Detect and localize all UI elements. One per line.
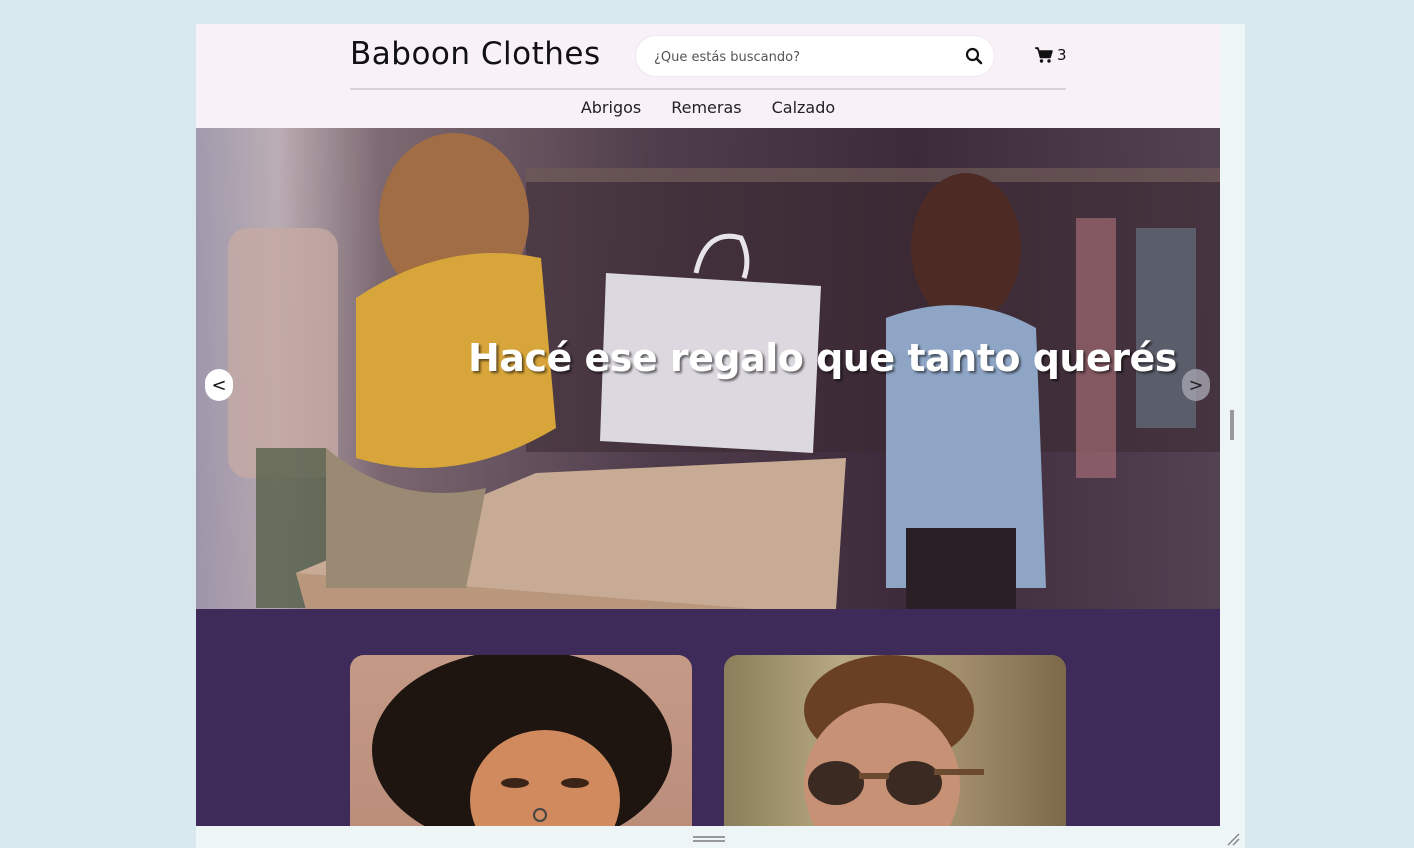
horizontal-resize-handle[interactable] (693, 836, 725, 842)
cart-button[interactable]: 3 (1034, 44, 1067, 66)
nav-item-abrigos[interactable]: Abrigos (581, 98, 641, 122)
carousel-next-button[interactable]: > (1182, 369, 1210, 401)
nav-item-remeras[interactable]: Remeras (671, 98, 741, 122)
cart-icon (1035, 47, 1053, 63)
hero-title: Hacé ese regalo que tanto querés (468, 336, 1177, 380)
hero-carousel: Hacé ese regalo que tanto querés < > (196, 128, 1220, 609)
nav-item-calzado[interactable]: Calzado (772, 98, 836, 122)
site-header: Baboon Clothes 3 (196, 24, 1220, 128)
brand-logo[interactable]: Baboon Clothes (350, 36, 601, 72)
product-grid (196, 609, 1220, 826)
vertical-resize-handle[interactable] (1230, 410, 1234, 440)
product-card[interactable] (350, 655, 692, 826)
category-nav: Abrigos Remeras Calzado (196, 98, 1220, 122)
product-card[interactable] (724, 655, 1066, 826)
resize-corner-icon[interactable] (1226, 832, 1240, 846)
header-divider (350, 88, 1066, 90)
cart-count: 3 (1057, 46, 1067, 64)
search-icon (965, 47, 983, 65)
search-input[interactable] (652, 46, 956, 68)
page: Baboon Clothes 3 (196, 24, 1220, 826)
search-bar (636, 36, 994, 76)
carousel-prev-button[interactable]: < (205, 369, 233, 401)
browser-frame: Baboon Clothes 3 (196, 24, 1245, 848)
product-image (372, 655, 672, 826)
search-button[interactable] (962, 44, 986, 68)
product-image (804, 655, 984, 826)
